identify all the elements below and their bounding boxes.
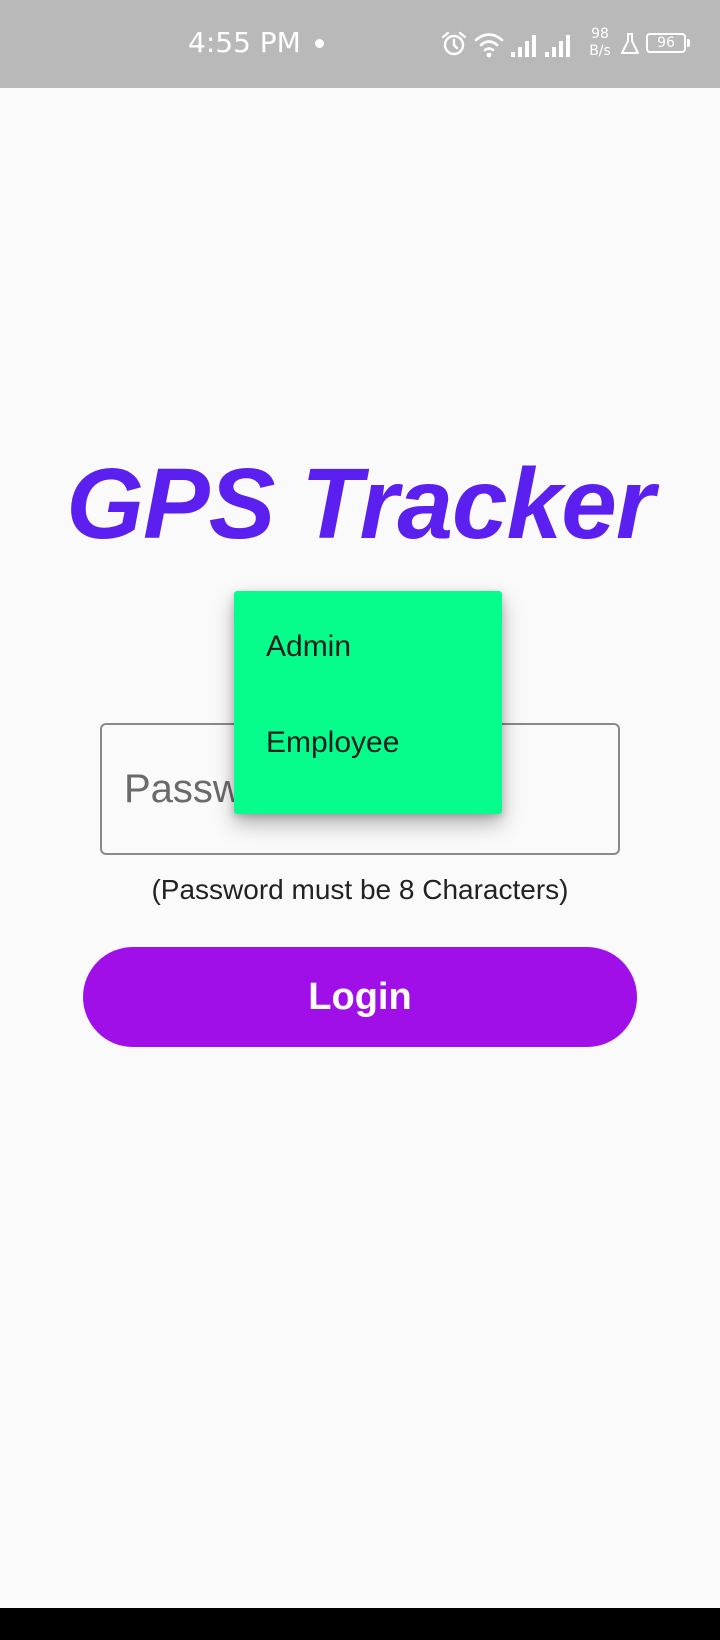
signal-icon: [545, 35, 570, 57]
status-icons: 98 B/s 96: [440, 22, 710, 66]
login-screen: 4:55 PM 98 B/s 96 GPS Tracker (Password …: [0, 0, 720, 1640]
status-time: 4:55 PM: [188, 26, 301, 59]
status-bar: 4:55 PM 98 B/s 96: [0, 0, 720, 88]
wifi-icon: [474, 33, 504, 58]
signal-icon: [511, 35, 536, 57]
battery-icon: 96: [646, 33, 690, 53]
network-speed-unit: B/s: [589, 43, 611, 59]
flask-icon: [621, 33, 639, 54]
app-title: GPS Tracker: [66, 448, 655, 560]
network-speed: 98 B/s: [580, 26, 620, 60]
password-hint: (Password must be 8 Characters): [151, 874, 569, 905]
alarm-icon: [441, 31, 467, 56]
network-speed-value: 98: [591, 26, 609, 42]
login-button[interactable]: Login: [83, 947, 637, 1047]
notification-dot: [315, 39, 324, 48]
role-dropdown-menu: Admin Employee: [234, 591, 502, 814]
dropdown-option-admin[interactable]: Admin: [234, 599, 502, 695]
dropdown-option-employee[interactable]: Employee: [234, 695, 502, 791]
system-nav-bar: [0, 1608, 720, 1640]
